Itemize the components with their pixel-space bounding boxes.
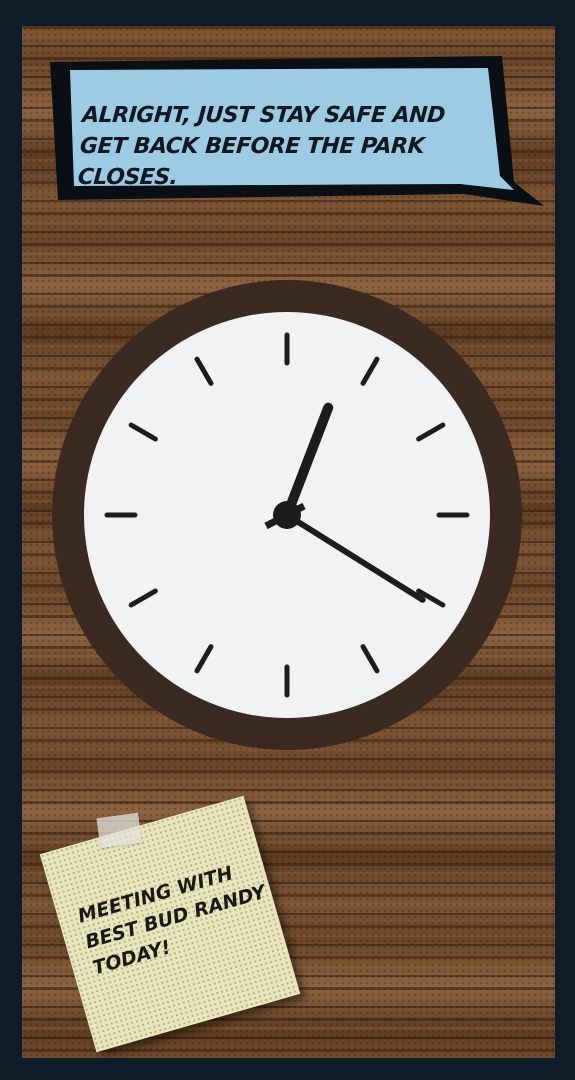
wall-clock (52, 280, 522, 750)
speech-bubble: ALRIGHT, JUST STAY SAFE AND GET BACK BEF… (44, 54, 544, 206)
tape-strip (96, 812, 143, 849)
speech-bubble-text: ALRIGHT, JUST STAY SAFE AND GET BACK BEF… (76, 103, 446, 190)
sticky-note: MEETING WITH BEST BUD RANDY TODAY! (39, 795, 301, 1053)
comic-panel: ALRIGHT, JUST STAY SAFE AND GET BACK BEF… (22, 26, 555, 1058)
clock-center-pin (273, 501, 301, 529)
